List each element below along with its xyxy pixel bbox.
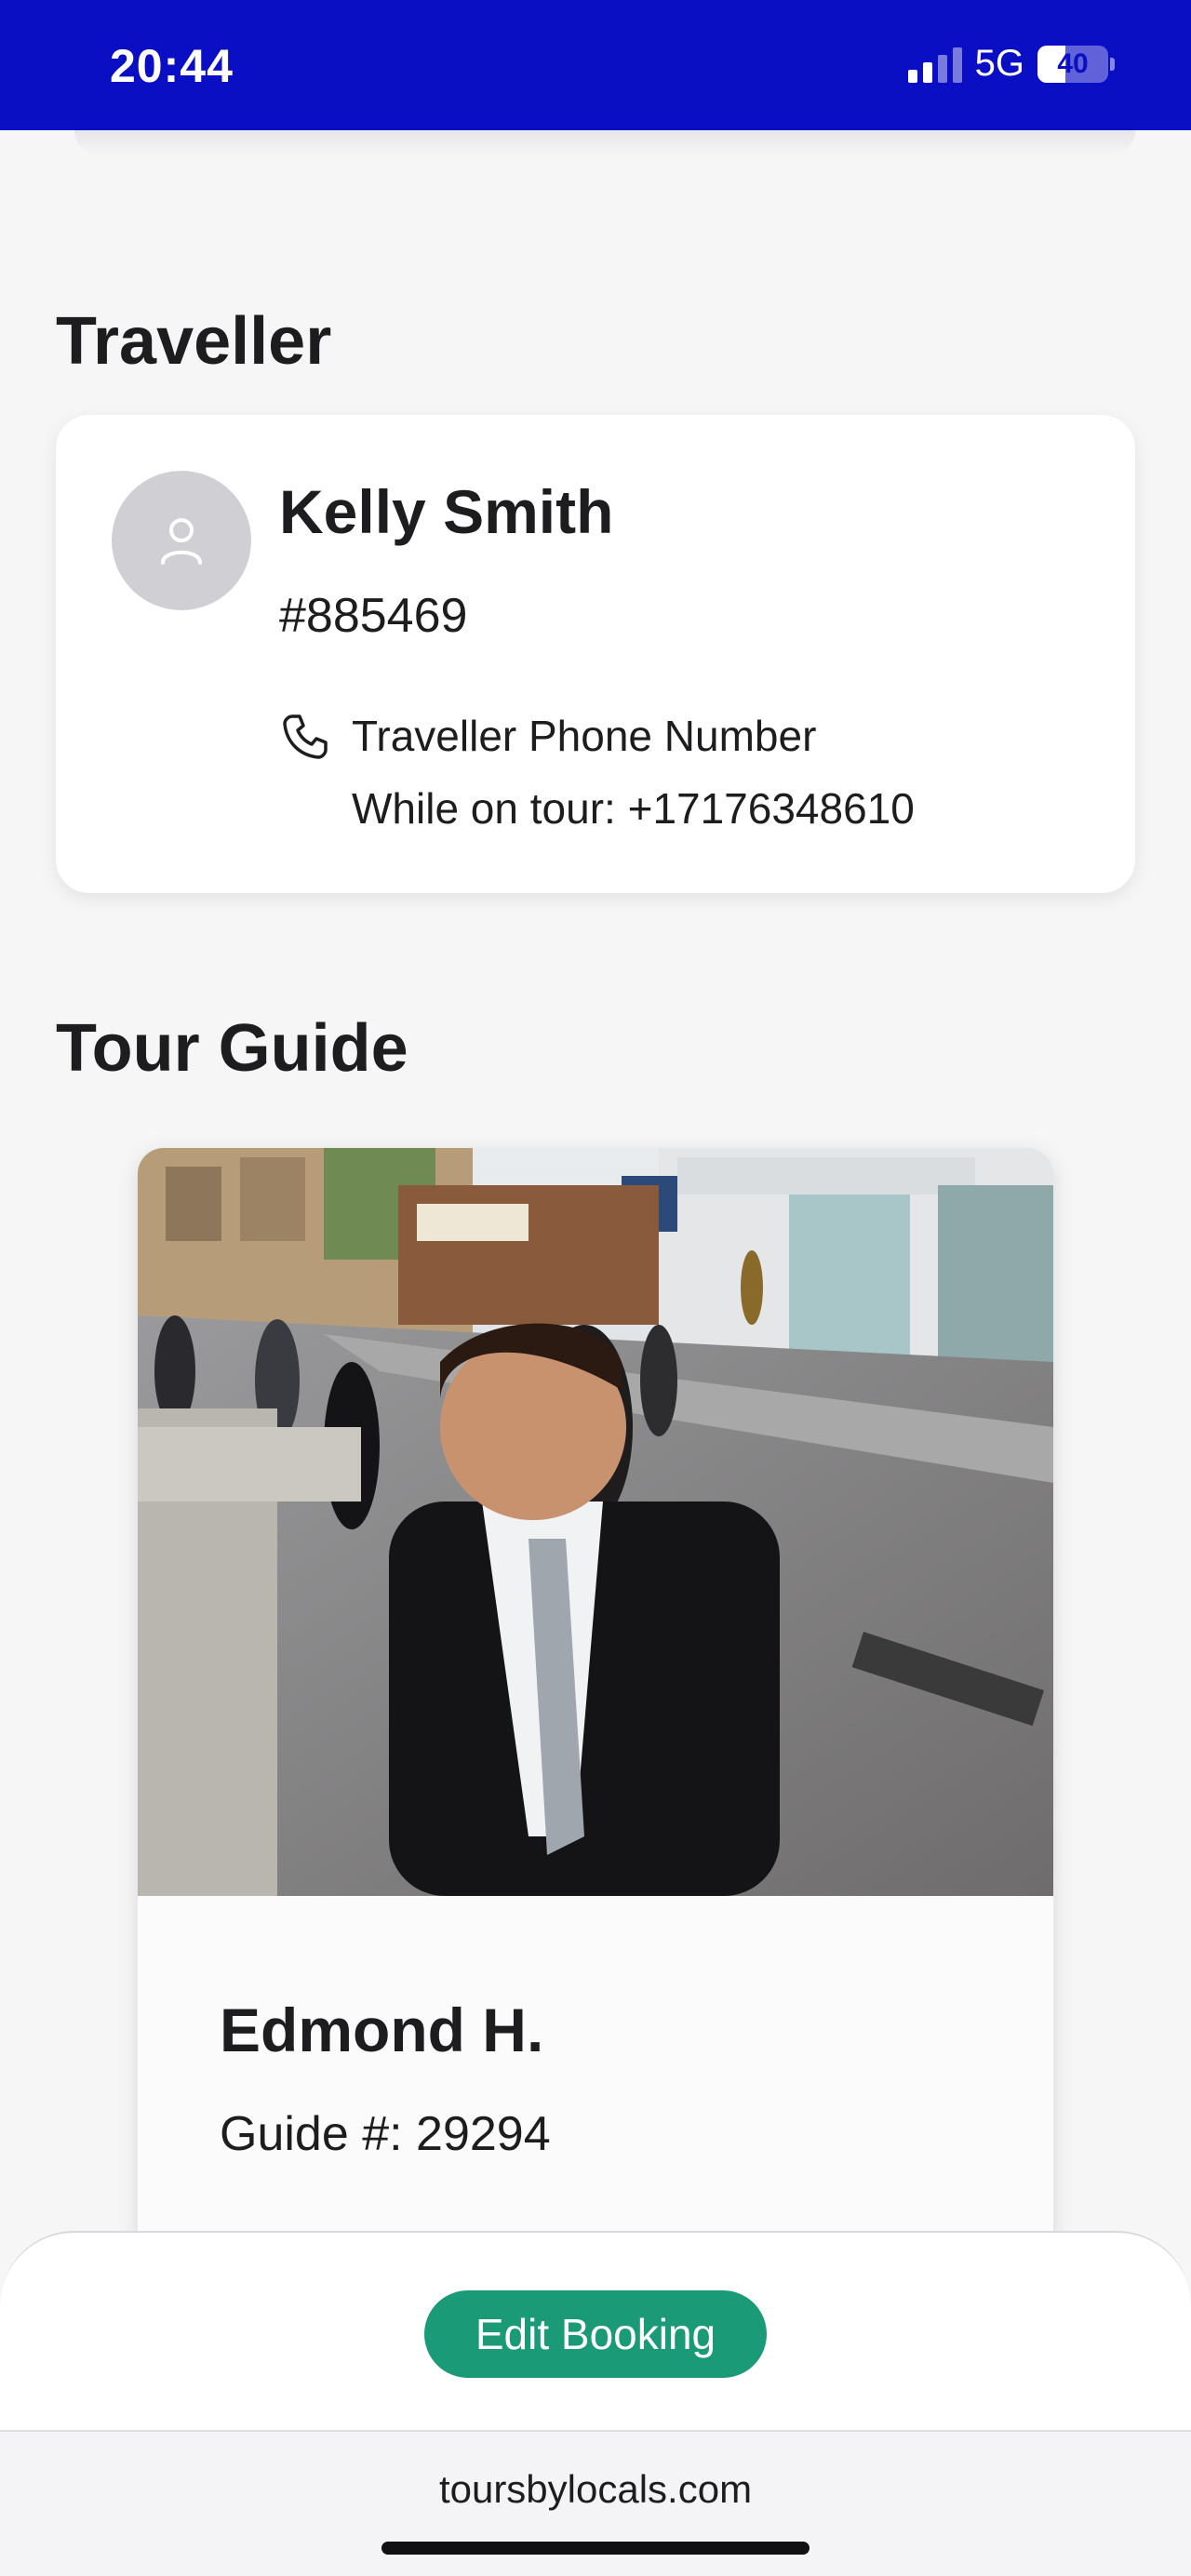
status-time: 20:44 [110,40,234,92]
phone-icon [283,714,328,759]
network-type: 5G [974,43,1024,84]
guide-section-title: Tour Guide [56,1011,408,1086]
traveller-id: #885469 [279,589,468,643]
header-shadow [74,130,1135,156]
guide-card: Edmond H. Guide #: 29294 [138,1148,1053,2264]
signal-icon [907,46,962,83]
phone-label: Traveller Phone Number [352,712,817,760]
battery-nub [1110,57,1115,71]
phone-number[interactable]: While on tour: +17176348610 [352,783,915,834]
status-indicators: 5G 40 [907,43,1115,85]
status-bar: 20:44 5G 40 [0,0,1191,130]
battery-level: 40 [1057,47,1089,79]
traveller-section-title: Traveller [56,304,332,379]
user-icon [161,518,202,565]
edit-booking-button[interactable]: Edit Booking [424,2290,767,2378]
guide-name: Edmond H. [220,1995,544,2064]
avatar [112,471,251,610]
browser-address-bar[interactable]: toursbylocals.com [0,2430,1191,2576]
battery-icon: 40 [1037,45,1108,83]
home-indicator[interactable] [381,2542,810,2555]
guide-photo [138,1148,1053,1896]
url-text[interactable]: toursbylocals.com [0,2467,1191,2512]
bottom-action-sheet: Edit Booking [0,2231,1191,2430]
traveller-card: Kelly Smith #885469 Traveller Phone Numb… [56,415,1135,893]
traveller-name: Kelly Smith [279,477,614,546]
guide-number: Guide #: 29294 [220,2107,551,2161]
